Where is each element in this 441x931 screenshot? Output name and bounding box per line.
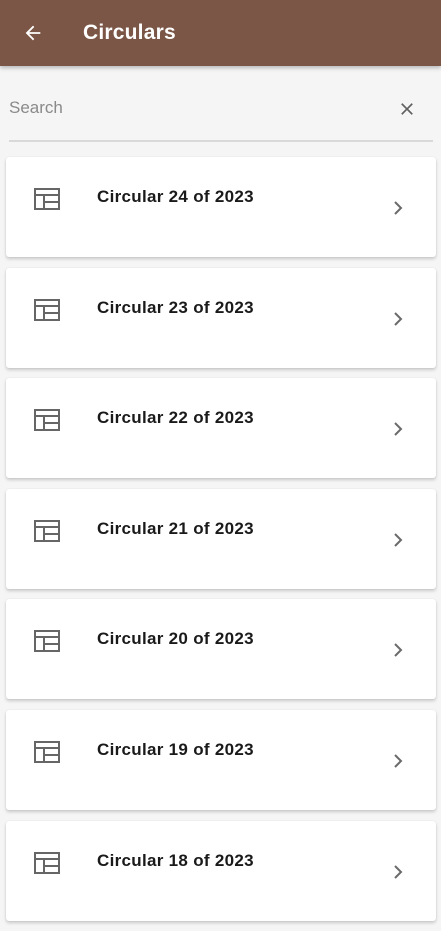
- chevron-right-icon: [394, 422, 403, 436]
- circular-card[interactable]: Circular 19 of 2023: [6, 709, 436, 810]
- circular-card[interactable]: Circular 24 of 2023: [6, 157, 436, 257]
- table-document-icon: [34, 409, 60, 432]
- close-icon: [401, 103, 413, 115]
- search-input[interactable]: [9, 97, 387, 119]
- circular-title: Circular 19 of 2023: [97, 739, 254, 759]
- circular-card[interactable]: Circular 22 of 2023: [6, 378, 436, 479]
- arrow-left-icon: [25, 25, 41, 41]
- circular-title: Circular 22 of 2023: [97, 408, 254, 428]
- chevron-right-icon: [394, 643, 403, 658]
- table-document-icon: [34, 519, 60, 542]
- search-bar: [9, 80, 433, 142]
- table-document-icon: [34, 188, 60, 210]
- circular-card[interactable]: Circular 20 of 2023: [6, 599, 436, 700]
- chevron-right-icon: [394, 754, 403, 768]
- table-document-icon: [34, 851, 60, 874]
- table-document-icon: [34, 298, 60, 321]
- chevron-right-icon: [394, 864, 403, 879]
- circular-title: Circular 20 of 2023: [97, 629, 254, 649]
- table-document-icon: [34, 740, 60, 763]
- chevron-right-icon: [394, 533, 403, 547]
- chevron-right-icon: [394, 201, 403, 215]
- chevron-right-icon: [394, 311, 403, 326]
- circular-title: Circular 21 of 2023: [97, 518, 254, 538]
- page-title: Circulars: [83, 21, 176, 44]
- table-document-icon: [34, 630, 60, 653]
- clear-search-button[interactable]: [387, 89, 427, 129]
- circular-title: Circular 18 of 2023: [97, 850, 254, 870]
- back-button[interactable]: [0, 0, 66, 66]
- circular-title: Circular 24 of 2023: [97, 187, 254, 206]
- circular-card[interactable]: Circular 21 of 2023: [6, 488, 436, 589]
- app-bar: Circulars: [0, 0, 441, 66]
- circular-card[interactable]: Circular 23 of 2023: [6, 267, 436, 368]
- circular-list: Circular 24 of 2023 Circular 23 of 2023 …: [6, 157, 436, 931]
- circular-card[interactable]: Circular 18 of 2023: [6, 820, 436, 921]
- circular-title: Circular 23 of 2023: [97, 297, 254, 317]
